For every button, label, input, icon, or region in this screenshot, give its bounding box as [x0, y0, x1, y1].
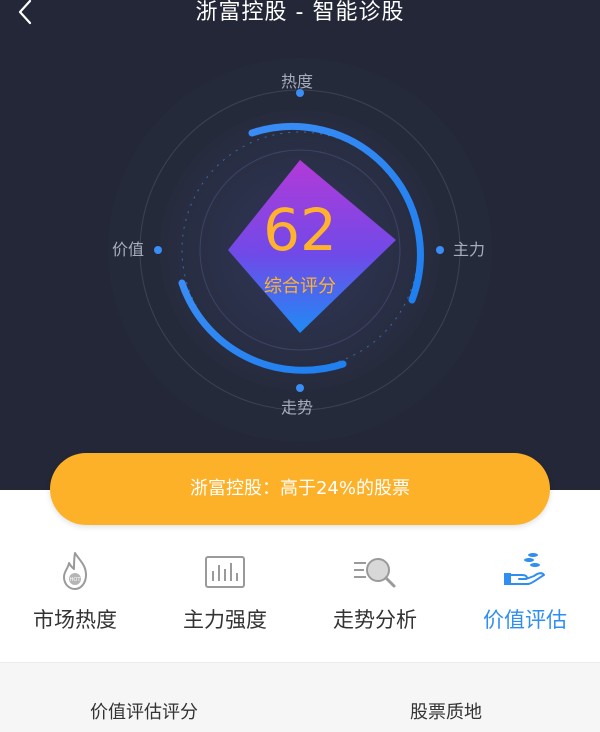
tab-label: 价值评估 — [483, 608, 567, 632]
magnifier-list-icon — [350, 547, 400, 597]
nav-bar: 浙富控股 - 智能诊股 — [0, 0, 600, 30]
value-score-label: 价值评估评分 — [90, 702, 198, 723]
page-title: 浙富控股 - 智能诊股 — [195, 0, 405, 25]
tab-label: 走势分析 — [333, 608, 417, 632]
bar-chart-icon — [200, 547, 250, 597]
tab-trend-analysis[interactable]: 走势分析 — [300, 535, 450, 660]
rank-banner[interactable]: 浙富控股：高于24%的股票 — [50, 453, 550, 525]
stock-quality-label: 股票质地 — [410, 702, 482, 723]
tab-main-force[interactable]: 主力强度 — [150, 535, 300, 660]
tab-market-heat[interactable]: HOT 市场热度 — [0, 535, 150, 660]
fire-hot-icon: HOT — [50, 547, 100, 597]
hero-panel: 浙富控股 - 智能诊股 热度 主力 走势 价值 62 综合评分 — [0, 0, 600, 490]
tab-value-assessment[interactable]: 价值评估 — [450, 535, 600, 660]
diagnosis-tabs: HOT 市场热度 主力强度 走势分析 价值评估 — [0, 535, 600, 660]
hand-coins-icon — [500, 547, 550, 597]
svg-text:HOT: HOT — [70, 577, 82, 583]
value-section-header: 价值评估评分 股票质地 — [0, 663, 600, 732]
tab-label: 主力强度 — [183, 608, 267, 632]
tab-label: 市场热度 — [33, 608, 117, 632]
composite-score: 62 — [263, 196, 337, 264]
axis-label-bottom: 走势 — [281, 398, 314, 417]
composite-score-label: 综合评分 — [264, 276, 336, 297]
axis-label-top: 热度 — [281, 72, 314, 91]
axis-dot-bottom — [296, 384, 304, 392]
